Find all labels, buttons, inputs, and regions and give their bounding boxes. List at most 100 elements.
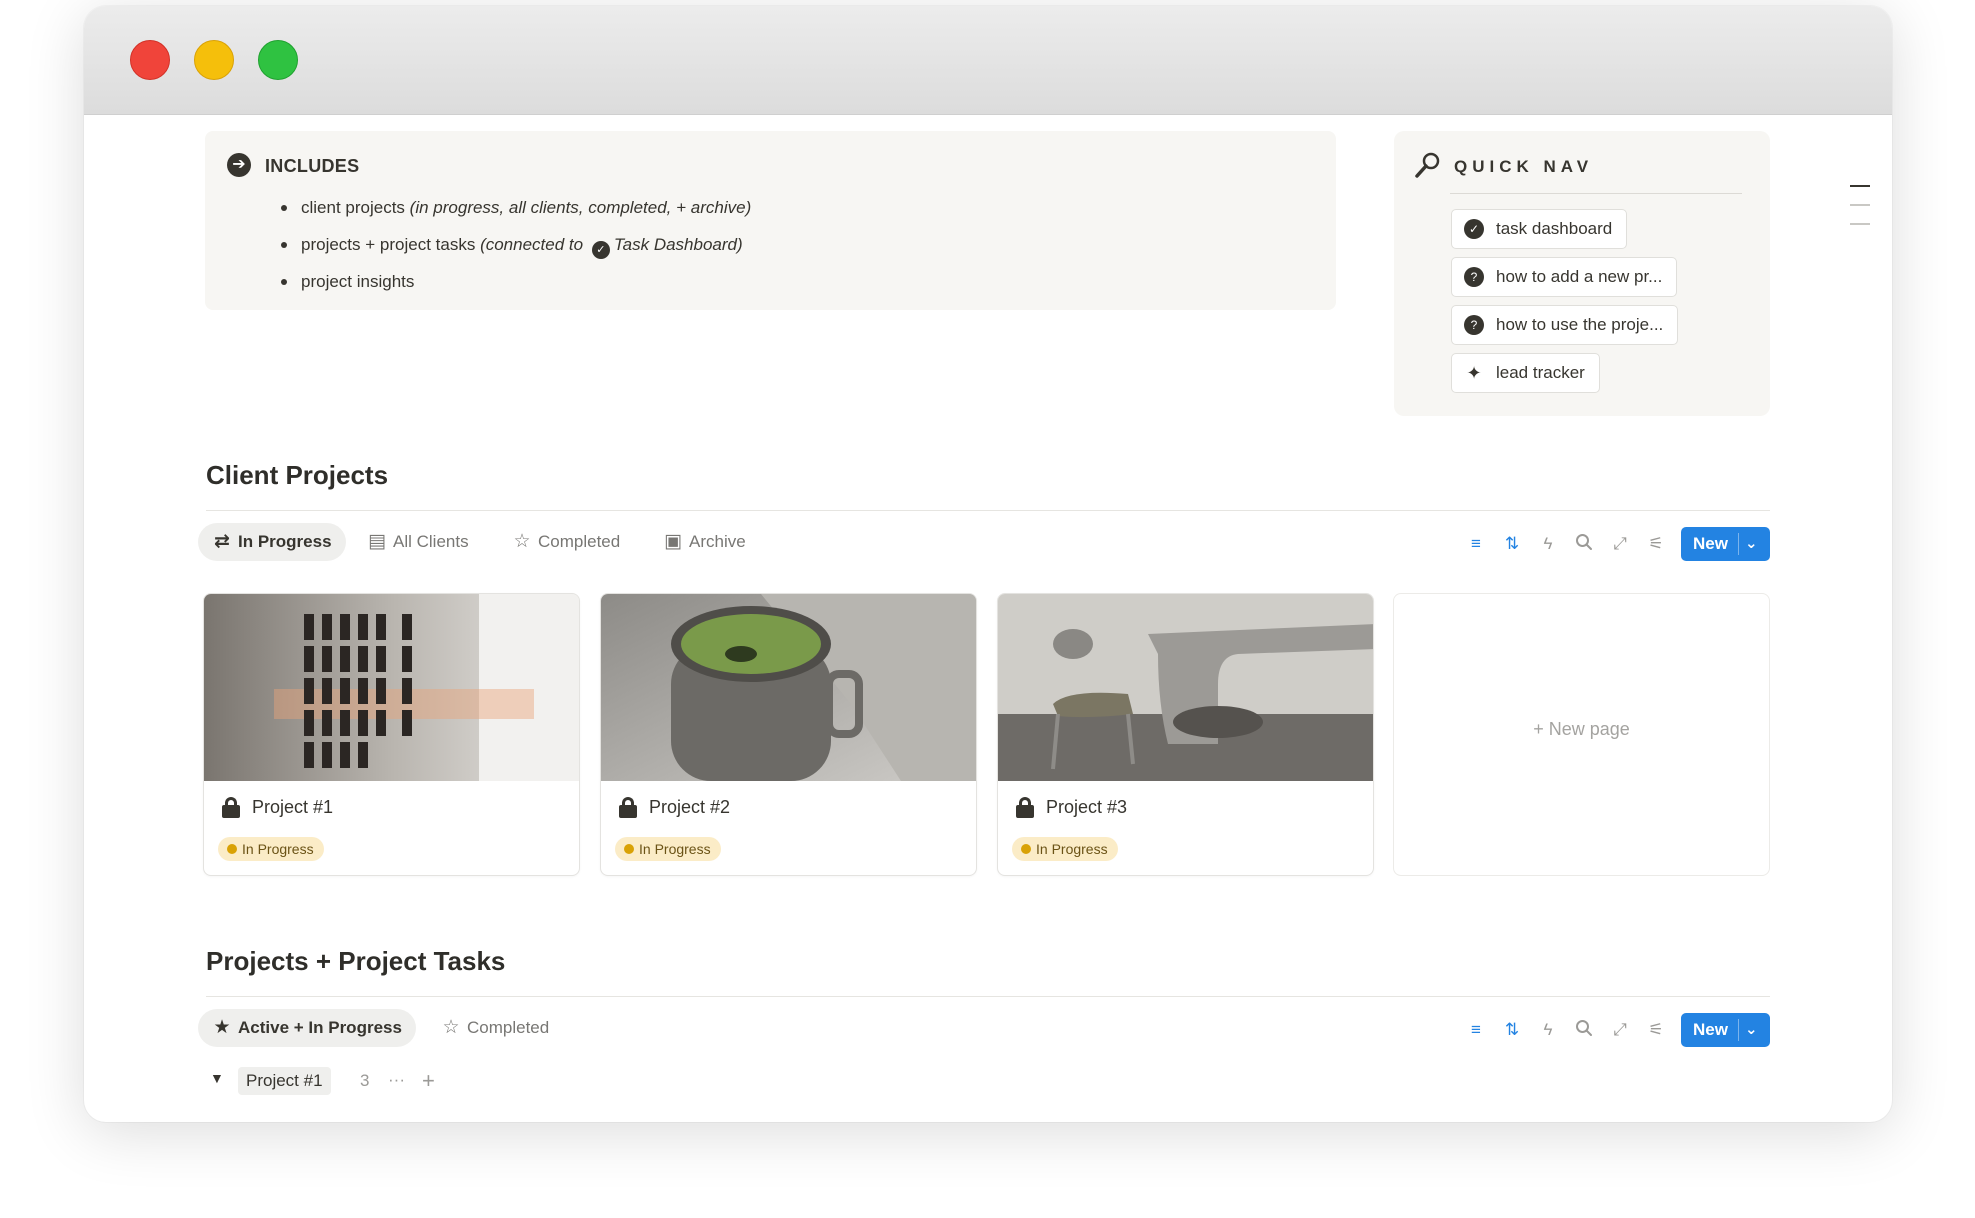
- quick-nav-title: QUICK NAV: [1454, 157, 1594, 176]
- status-label: In Progress: [639, 841, 711, 857]
- group-name[interactable]: Project #1: [238, 1067, 331, 1095]
- card-title: Project #3: [1046, 797, 1128, 817]
- star-outline-icon: ☆: [442, 1017, 460, 1038]
- project-tasks-heading: Projects + Project Tasks: [206, 946, 506, 976]
- arrow-right-circle-icon: ➔: [227, 153, 251, 177]
- cover-image: [998, 594, 1373, 781]
- task-dashboard-link-icon: ✓: [591, 241, 610, 259]
- star-filled-icon: ★: [213, 1017, 231, 1038]
- tab-label: Archive: [689, 532, 746, 551]
- app-window: ➔ INCLUDES client projects (in progress,…: [84, 6, 1892, 1122]
- status-label: In Progress: [1036, 841, 1108, 857]
- sort-icon[interactable]: ⇅: [1501, 533, 1523, 555]
- tab-label: All Clients: [393, 532, 469, 551]
- new-button-label: New: [1693, 534, 1728, 553]
- quick-nav-label: task dashboard: [1496, 219, 1613, 238]
- magnifying-glass-icon: [1414, 151, 1442, 179]
- add-icon[interactable]: +: [422, 1067, 435, 1095]
- divider: [1738, 533, 1739, 555]
- minimize-window-button[interactable]: [194, 40, 234, 80]
- cover-image: [204, 594, 579, 781]
- lightning-icon[interactable]: ϟ: [1537, 533, 1559, 555]
- list-item-note: (connected to: [480, 235, 588, 254]
- list-item-note-end: ): [736, 235, 743, 254]
- chevron-down-icon[interactable]: ⌄: [1745, 1013, 1758, 1047]
- divider: [1738, 1019, 1739, 1041]
- status-badge: In Progress: [615, 837, 721, 861]
- filter-icon[interactable]: ≡: [1465, 1019, 1487, 1041]
- project-card[interactable]: Project #3 In Progress: [997, 593, 1374, 876]
- status-dot: [1021, 844, 1031, 854]
- zoom-window-button[interactable]: [258, 40, 298, 80]
- list-item-text: client projects: [301, 198, 410, 217]
- chevron-down-icon[interactable]: ⌄: [1745, 527, 1758, 561]
- filter-icon[interactable]: ≡: [1465, 533, 1487, 555]
- quick-nav-add-project[interactable]: ? how to add a new pr...: [1451, 257, 1678, 297]
- check-circle-icon: ✓: [1464, 219, 1484, 239]
- archive-box-icon: ▣: [664, 531, 682, 552]
- project-card[interactable]: Project #2 In Progress: [600, 593, 977, 876]
- new-button-label: New: [1693, 1020, 1728, 1039]
- new-button[interactable]: New ⌄: [1681, 527, 1770, 561]
- new-page-card[interactable]: + New page: [1393, 593, 1770, 876]
- project-card[interactable]: Project #1 In Progress: [203, 593, 580, 876]
- cabinet-icon: ▤: [368, 531, 386, 552]
- card-title: Project #2: [649, 797, 731, 817]
- lightning-icon[interactable]: ϟ: [1537, 1019, 1559, 1041]
- list-item-text: project insights: [301, 272, 415, 291]
- page-content: ➔ INCLUDES client projects (in progress,…: [84, 115, 1892, 1122]
- tab-label: Completed: [538, 532, 621, 551]
- triangle-down-icon[interactable]: ▼: [210, 1070, 224, 1086]
- cover-image: [601, 594, 976, 781]
- settings-sliders-icon[interactable]: ⚟: [1645, 533, 1667, 555]
- tab-label: In Progress: [238, 532, 332, 551]
- client-projects-heading: Client Projects: [206, 460, 389, 490]
- tab-completed[interactable]: ☆ Completed: [498, 523, 634, 561]
- quick-nav-label: lead tracker: [1496, 363, 1585, 382]
- list-item-text: projects + project tasks: [301, 235, 481, 254]
- more-options-icon[interactable]: ···: [388, 1067, 405, 1093]
- search-icon[interactable]: [1573, 533, 1595, 555]
- quick-nav-how-to-use[interactable]: ? how to use the proje...: [1451, 305, 1679, 345]
- sparkle-icon: ✦: [1466, 363, 1482, 383]
- includes-list: client projects (in progress, all client…: [277, 189, 751, 300]
- star-outline-icon: ☆: [513, 531, 531, 552]
- tab-all-clients[interactable]: ▤ All Clients: [353, 523, 483, 561]
- expand-icon[interactable]: ⤢: [1609, 1019, 1631, 1041]
- tab-label: Completed: [467, 1018, 550, 1037]
- list-item: projects + project tasks (connected to ✓…: [277, 226, 751, 263]
- settings-sliders-icon[interactable]: ⚟: [1645, 1019, 1667, 1041]
- lock-icon: [619, 797, 637, 819]
- lock-icon: [1016, 797, 1034, 819]
- quick-nav-task-dashboard[interactable]: ✓ task dashboard: [1451, 209, 1628, 249]
- status-badge: In Progress: [218, 837, 324, 861]
- new-button[interactable]: New ⌄: [1681, 1013, 1770, 1047]
- quick-nav-label: how to add a new pr...: [1496, 267, 1663, 286]
- close-window-button[interactable]: [130, 40, 170, 80]
- quick-nav-label: how to use the proje...: [1496, 315, 1664, 334]
- tab-label: Active + In Progress: [238, 1018, 402, 1037]
- page-outline[interactable]: [1850, 185, 1870, 242]
- tab-in-progress[interactable]: ⇄ In Progress: [198, 523, 346, 561]
- quick-nav-lead-tracker[interactable]: ✦ lead tracker: [1451, 353, 1600, 393]
- search-icon[interactable]: [1573, 1019, 1595, 1041]
- expand-icon[interactable]: ⤢: [1609, 533, 1631, 555]
- tab-archive[interactable]: ▣ Archive: [649, 523, 760, 561]
- sort-icon[interactable]: ⇅: [1501, 1019, 1523, 1041]
- tab-active-in-progress[interactable]: ★ Active + In Progress: [198, 1009, 416, 1047]
- sync-icon: ⇄: [214, 531, 230, 552]
- status-badge: In Progress: [1012, 837, 1118, 861]
- tab-completed[interactable]: ☆ Completed: [427, 1009, 563, 1047]
- title-bar: [84, 6, 1892, 115]
- quick-nav-callout: QUICK NAV ✓ task dashboard ? how to add a …: [1394, 131, 1770, 416]
- list-item: client projects (in progress, all client…: [277, 189, 751, 226]
- divider: [1450, 193, 1742, 194]
- includes-title: INCLUDES: [265, 156, 360, 176]
- divider: [206, 996, 1770, 997]
- task-dashboard-link[interactable]: Task Dashboard: [614, 235, 737, 254]
- card-title: Project #1: [252, 797, 334, 817]
- status-dot: [227, 844, 237, 854]
- list-item-note: (in progress, all clients, completed, + …: [409, 198, 752, 217]
- new-page-label: + New page: [1533, 719, 1630, 739]
- group-count: 3: [360, 1071, 370, 1090]
